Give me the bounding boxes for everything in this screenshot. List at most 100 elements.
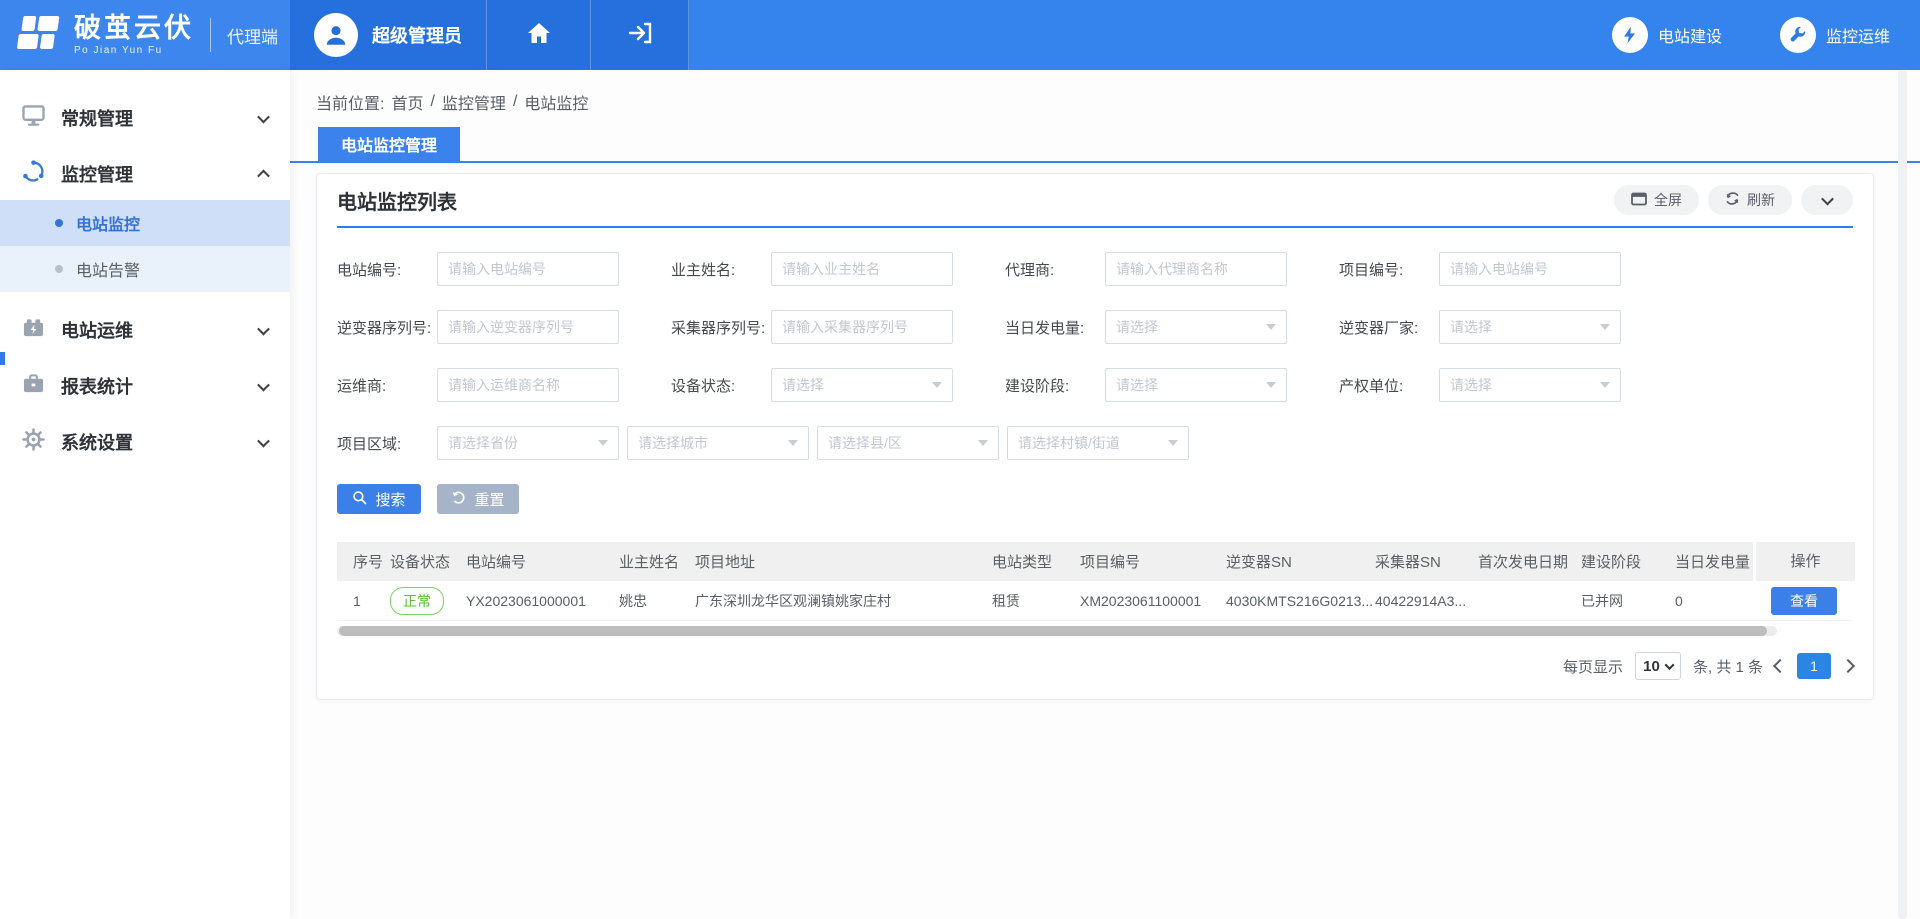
per-page-select[interactable]: 10 (1635, 652, 1681, 680)
row-build-stage: 已并网 (1581, 591, 1675, 611)
filter-label: 设备状态: (671, 375, 771, 396)
network-share-icon (22, 160, 45, 188)
search-button[interactable]: 搜索 (337, 484, 421, 514)
col-station-no: 电站编号 (466, 551, 619, 572)
reset-icon (451, 490, 466, 509)
daily-power-select[interactable]: 请选择 (1105, 310, 1287, 344)
sidebar-item-station-alarm[interactable]: 电站告警 (0, 246, 290, 292)
brand-logo-icon (16, 12, 62, 59)
home-button[interactable] (487, 0, 591, 70)
nav-monitor-om[interactable]: 监控运维 (1780, 17, 1890, 53)
reset-button[interactable]: 重置 (437, 484, 519, 514)
town-select[interactable]: 请选择村镇/街道 (1007, 426, 1189, 460)
horizontal-scrollbar-thumb[interactable] (339, 626, 1767, 636)
sidebar: 常规管理 监控管理 电站监控 (0, 70, 290, 919)
refresh-button[interactable]: 刷新 (1708, 185, 1792, 215)
caret-down-icon (932, 382, 942, 388)
caret-down-icon (1664, 660, 1674, 670)
inverter-vendor-select[interactable]: 请选择 (1439, 310, 1621, 344)
filter-label: 代理商: (1005, 259, 1105, 280)
search-icon (352, 490, 367, 509)
header-user-section: 超级管理员 (290, 0, 689, 70)
page-number-active[interactable]: 1 (1797, 653, 1831, 679)
filter-label: 运维商: (337, 375, 437, 396)
filter-collector-sn: 采集器序列号: (671, 310, 1005, 344)
caret-down-icon (1266, 382, 1276, 388)
top-header: 破茧云伏 Po Jian Yun Fu 代理端 超级管理员 (0, 0, 1920, 70)
view-button[interactable]: 查看 (1771, 587, 1837, 615)
select-placeholder: 请选择 (782, 375, 824, 395)
row-collector-sn: 40422914A3... (1375, 593, 1478, 609)
build-stage-select[interactable]: 请选择 (1105, 368, 1287, 402)
filter-label: 建设阶段: (1005, 375, 1105, 396)
next-page-button[interactable] (1841, 659, 1855, 673)
nav-station-build-label: 电站建设 (1658, 23, 1722, 47)
station-table: 序号 设备状态 电站编号 业主姓名 项目地址 电站类型 项目编号 逆变器SN 采… (337, 542, 1853, 636)
refresh-label: 刷新 (1747, 190, 1775, 210)
filter-label: 项目编号: (1339, 259, 1439, 280)
sidebar-item-general-mgmt[interactable]: 常规管理 (0, 92, 290, 144)
sidebar-item-monitor-mgmt[interactable]: 监控管理 (0, 148, 290, 200)
row-owner: 姚忠 (619, 591, 695, 611)
om-provider-input[interactable] (437, 368, 619, 402)
caret-down-icon (598, 440, 608, 446)
sidebar-scroll-indicator[interactable] (0, 352, 5, 365)
filter-label: 产权单位: (1339, 375, 1439, 396)
col-device-status: 设备状态 (390, 551, 466, 572)
city-select[interactable]: 请选择城市 (627, 426, 809, 460)
panel-header: 电站监控列表 全屏 (337, 174, 1853, 228)
filter-property-unit: 产权单位: 请选择 (1339, 368, 1673, 402)
owner-name-input[interactable] (771, 252, 953, 286)
select-placeholder: 请选择 (1450, 317, 1492, 337)
sidebar-item-label: 电站运维 (61, 317, 133, 343)
breadcrumb-separator: / (513, 93, 517, 111)
col-index: 序号 (337, 551, 390, 572)
sidebar-item-system-settings[interactable]: 系统设置 (0, 416, 290, 468)
filter-label: 业主姓名: (671, 259, 771, 280)
county-select[interactable]: 请选择县/区 (817, 426, 999, 460)
select-placeholder: 请选择 (1450, 375, 1492, 395)
device-status-select[interactable]: 请选择 (771, 368, 953, 402)
collapse-panel-button[interactable] (1801, 185, 1853, 215)
logout-button[interactable] (591, 0, 689, 70)
breadcrumb-station-monitor[interactable]: 电站监控 (524, 90, 588, 114)
col-daily-power: 当日发电量 (1675, 551, 1753, 572)
row-station-type: 租赁 (992, 591, 1080, 611)
sidebar-item-report-stats[interactable]: 报表统计 (0, 360, 290, 412)
sidebar-item-station-om[interactable]: 电站运维 (0, 304, 290, 356)
current-user-button[interactable]: 超级管理员 (290, 0, 487, 70)
collector-sn-input[interactable] (771, 310, 953, 344)
page-scrollbar-track[interactable] (1898, 70, 1907, 919)
caret-down-icon (1266, 324, 1276, 330)
row-address: 广东深圳龙华区观澜镇姚家庄村 (695, 591, 992, 611)
inverter-sn-input[interactable] (437, 310, 619, 344)
select-placeholder: 请选择城市 (638, 433, 708, 453)
province-select[interactable]: 请选择省份 (437, 426, 619, 460)
chevron-down-icon (257, 322, 270, 335)
property-unit-select[interactable]: 请选择 (1439, 368, 1621, 402)
total-count-label: 条, 共 1 条 (1693, 656, 1763, 677)
nav-station-build[interactable]: 电站建设 (1612, 17, 1722, 53)
breadcrumb-separator: / (430, 93, 434, 111)
row-inverter-sn: 4030KMTS216G0213... (1226, 593, 1375, 609)
per-page-value: 10 (1643, 658, 1660, 675)
select-placeholder: 请选择村镇/街道 (1018, 433, 1120, 453)
caret-down-icon (788, 440, 798, 446)
fullscreen-button[interactable]: 全屏 (1614, 185, 1699, 215)
row-index: 1 (337, 593, 390, 609)
breadcrumb-monitor-mgmt[interactable]: 监控管理 (442, 90, 506, 114)
filter-build-stage: 建设阶段: 请选择 (1005, 368, 1339, 402)
app-window: 破茧云伏 Po Jian Yun Fu 代理端 超级管理员 (0, 0, 1920, 919)
breadcrumb-home[interactable]: 首页 (391, 90, 423, 114)
project-no-input[interactable] (1439, 252, 1621, 286)
filter-form: 电站编号: 业主姓名: 代理商: 项目编号: (337, 228, 1853, 514)
sidebar-item-station-monitor[interactable]: 电站监控 (0, 200, 290, 246)
prev-page-button[interactable] (1773, 659, 1787, 673)
filter-agent: 代理商: (1005, 252, 1339, 286)
agent-input[interactable] (1105, 252, 1287, 286)
station-no-input[interactable] (437, 252, 619, 286)
logo-section: 破茧云伏 Po Jian Yun Fu 代理端 (0, 0, 290, 70)
col-collector-sn: 采集器SN (1375, 551, 1478, 572)
tab-station-monitor-mgmt[interactable]: 电站监控管理 (318, 127, 460, 161)
lightning-icon (1612, 17, 1648, 53)
